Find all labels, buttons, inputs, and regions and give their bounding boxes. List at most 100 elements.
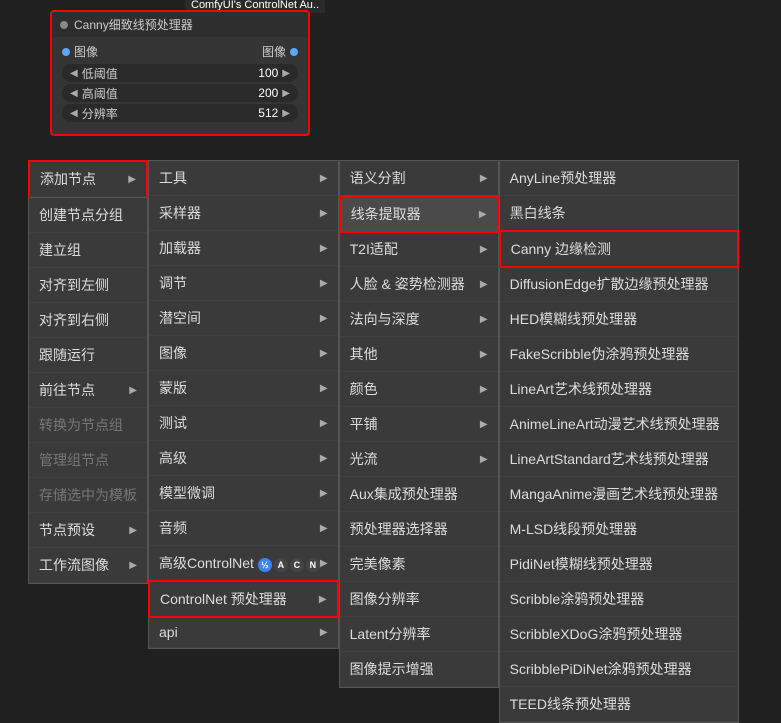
menu-item[interactable]: 潜空间▶ bbox=[149, 301, 338, 336]
menu-item[interactable]: 调节▶ bbox=[149, 266, 338, 301]
chevron-right-icon: ▶ bbox=[320, 453, 328, 464]
menu-item-label: 光流 bbox=[350, 449, 378, 469]
menu-item-label: TEED线条预处理器 bbox=[510, 694, 631, 714]
menu-item[interactable]: 图像分辨率 bbox=[340, 582, 498, 617]
menu-item-label: 建立组 bbox=[39, 240, 81, 260]
menu-item[interactable]: DiffusionEdge扩散边缘预处理器 bbox=[500, 267, 738, 302]
menu-item[interactable]: Latent分辨率 bbox=[340, 617, 498, 652]
menu-item[interactable]: 对齐到左侧 bbox=[29, 268, 147, 303]
menu-item-label: 对齐到左侧 bbox=[39, 275, 109, 295]
menu-item-label: 工具 bbox=[159, 168, 187, 188]
widget-label: 高阈值 bbox=[82, 85, 259, 102]
menu-item[interactable]: 人脸 & 姿势检测器▶ bbox=[340, 267, 498, 302]
menu-item[interactable]: 工作流图像▶ bbox=[29, 548, 147, 583]
input-socket-icon[interactable] bbox=[62, 48, 70, 56]
menu-item[interactable]: 建立组 bbox=[29, 233, 147, 268]
node-input[interactable]: 图像 bbox=[62, 43, 98, 60]
menu-item[interactable]: AnimeLineArt动漫艺术线预处理器 bbox=[500, 407, 738, 442]
chevron-right-icon: ▶ bbox=[320, 523, 328, 534]
menu-item[interactable]: TEED线条预处理器 bbox=[500, 687, 738, 722]
chevron-right-icon: ▶ bbox=[128, 174, 136, 185]
increment-arrow-icon[interactable]: ▶ bbox=[282, 88, 290, 99]
widget-row[interactable]: ◀ 低阈值 100 ▶ bbox=[62, 64, 298, 82]
widget-row[interactable]: ◀ 高阈值 200 ▶ bbox=[62, 84, 298, 102]
menu-item[interactable]: ScribblePiDiNet涂鸦预处理器 bbox=[500, 652, 738, 687]
chevron-right-icon: ▶ bbox=[320, 243, 328, 254]
menu-item[interactable]: 创建节点分组 bbox=[29, 198, 147, 233]
menu-item[interactable]: 颜色▶ bbox=[340, 372, 498, 407]
decrement-arrow-icon[interactable]: ◀ bbox=[70, 68, 78, 79]
menu-item[interactable]: 测试▶ bbox=[149, 406, 338, 441]
menu-item[interactable]: Scribble涂鸦预处理器 bbox=[500, 582, 738, 617]
menu-item[interactable]: 其他▶ bbox=[340, 337, 498, 372]
menu-column-1-rest: 创建节点分组建立组对齐到左侧对齐到右侧跟随运行前往节点▶转换为节点组管理组节点存… bbox=[28, 198, 148, 584]
output-socket-icon[interactable] bbox=[290, 48, 298, 56]
canny-node-panel[interactable]: Canny细致线预处理器 图像 图像 ◀ 低阈值 100 ▶ ◀ 高阈值 200… bbox=[50, 10, 310, 136]
menu-item[interactable]: 图像▶ bbox=[149, 336, 338, 371]
badge-icon: A bbox=[274, 558, 288, 572]
menu-item[interactable]: 高级▶ bbox=[149, 441, 338, 476]
widget-label: 低阈值 bbox=[82, 65, 259, 82]
menu-item[interactable]: 工具▶ bbox=[149, 161, 338, 196]
node-output[interactable]: 图像 bbox=[262, 43, 298, 60]
menu-item[interactable]: 采样器▶ bbox=[149, 196, 338, 231]
menu-item[interactable]: 预处理器选择器 bbox=[340, 512, 498, 547]
badge-icon: N bbox=[306, 558, 320, 572]
menu-item[interactable]: 图像提示增强 bbox=[340, 652, 498, 687]
menu-item-label: 加载器 bbox=[159, 238, 201, 258]
menu-item[interactable]: 对齐到右侧 bbox=[29, 303, 147, 338]
menu-item[interactable]: T2I适配▶ bbox=[340, 232, 498, 267]
menu-item-label: AnyLine预处理器 bbox=[510, 168, 617, 188]
node-header[interactable]: Canny细致线预处理器 bbox=[52, 12, 308, 37]
increment-arrow-icon[interactable]: ▶ bbox=[282, 108, 290, 119]
menu-item: 转换为节点组 bbox=[29, 408, 147, 443]
menu-item-add-node[interactable]: 添加节点 ▶ bbox=[30, 162, 146, 197]
menu-item[interactable]: 法向与深度▶ bbox=[340, 302, 498, 337]
decrement-arrow-icon[interactable]: ◀ bbox=[70, 88, 78, 99]
menu-item[interactable]: 语义分割▶ bbox=[340, 161, 498, 196]
menu-item[interactable]: 加载器 ▶ bbox=[149, 231, 338, 266]
chevron-right-icon: ▶ bbox=[320, 558, 328, 569]
increment-arrow-icon[interactable]: ▶ bbox=[282, 68, 290, 79]
menu-item: 管理组节点 bbox=[29, 443, 147, 478]
menu-item[interactable]: 前往节点▶ bbox=[29, 373, 147, 408]
menu-item[interactable]: 音频▶ bbox=[149, 511, 338, 546]
menu-item[interactable]: 模型微调▶ bbox=[149, 476, 338, 511]
menu-item[interactable]: 跟随运行 bbox=[29, 338, 147, 373]
menu-item[interactable]: 节点预设▶ bbox=[29, 513, 147, 548]
chevron-right-icon: ▶ bbox=[320, 627, 328, 638]
menu-item[interactable]: 光流▶ bbox=[340, 442, 498, 477]
menu-item-label: 完美像素 bbox=[350, 554, 406, 574]
decrement-arrow-icon[interactable]: ◀ bbox=[70, 108, 78, 119]
menu-item[interactable]: 高级ControlNet ½ A C N ▶ bbox=[149, 546, 338, 581]
menu-item[interactable]: LineArtStandard艺术线预处理器 bbox=[500, 442, 738, 477]
menu-item[interactable]: 线条提取器▶ bbox=[339, 195, 499, 233]
io-row: 图像 图像 bbox=[62, 43, 298, 60]
menu-item[interactable]: Aux集成预处理器 bbox=[340, 477, 498, 512]
menu-item-label: MangaAnime漫画艺术线预处理器 bbox=[510, 484, 719, 504]
menu-item: 存储选中为模板 bbox=[29, 478, 147, 513]
menu-item-label: 前往节点 bbox=[39, 380, 95, 400]
menu-item[interactable]: AnyLine预处理器 bbox=[500, 161, 738, 196]
chevron-right-icon: ▶ bbox=[320, 488, 328, 499]
menu-item[interactable]: 黑白线条 bbox=[500, 196, 738, 231]
chevron-right-icon: ▶ bbox=[320, 278, 328, 289]
menu-column-4: AnyLine预处理器黑白线条Canny 边缘检测DiffusionEdge扩散… bbox=[499, 160, 739, 723]
menu-item[interactable]: LineArt艺术线预处理器 bbox=[500, 372, 738, 407]
menu-item[interactable]: ControlNet 预处理器▶ bbox=[148, 580, 339, 618]
menu-item[interactable]: MangaAnime漫画艺术线预处理器 bbox=[500, 477, 738, 512]
chevron-right-icon: ▶ bbox=[320, 383, 328, 394]
menu-item[interactable]: FakeScribble伪涂鸦预处理器 bbox=[500, 337, 738, 372]
menu-item[interactable]: Canny 边缘检测 bbox=[499, 230, 739, 268]
menu-item[interactable]: HED模糊线预处理器 bbox=[500, 302, 738, 337]
menu-item[interactable]: M-LSD线段预处理器 bbox=[500, 512, 738, 547]
menu-item[interactable]: ScribbleXDoG涂鸦预处理器 bbox=[500, 617, 738, 652]
menu-item[interactable]: PidiNet模糊线预处理器 bbox=[500, 547, 738, 582]
menu-item[interactable]: 平铺▶ bbox=[340, 407, 498, 442]
menu-item[interactable]: 蒙版▶ bbox=[149, 371, 338, 406]
widget-row[interactable]: ◀ 分辨率 512 ▶ bbox=[62, 104, 298, 122]
widget-value: 200 bbox=[258, 86, 278, 100]
menu-item[interactable]: 完美像素 bbox=[340, 547, 498, 582]
menu-item-label: AnimeLineArt动漫艺术线预处理器 bbox=[510, 414, 720, 434]
menu-item-label: ScribbleXDoG涂鸦预处理器 bbox=[510, 624, 683, 644]
